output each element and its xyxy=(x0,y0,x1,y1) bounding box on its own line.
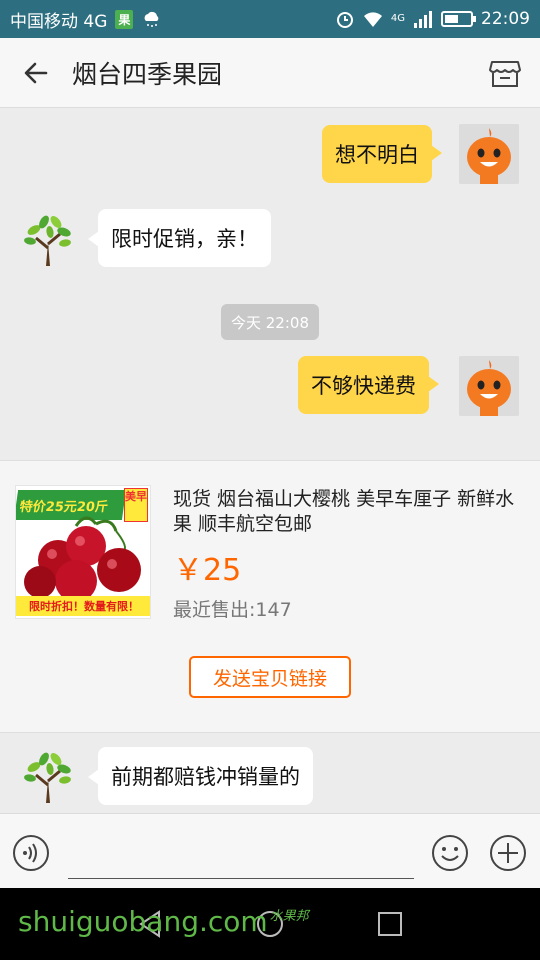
plus-icon[interactable] xyxy=(489,834,527,872)
nav-recents-icon[interactable] xyxy=(372,906,408,942)
my-avatar[interactable] xyxy=(459,356,519,416)
voice-icon[interactable] xyxy=(12,834,50,872)
shop-avatar[interactable] xyxy=(18,745,78,805)
alarm-icon xyxy=(336,12,353,28)
status-left: 中国移动 4G 果 xyxy=(10,7,161,32)
mascot-avatar-icon xyxy=(459,124,519,184)
tree-logo-icon xyxy=(24,215,71,266)
battery-icon xyxy=(441,11,476,27)
chat-area[interactable]: 想不明白 限时促销，亲！ 今天 22:08 不够快递费 特价25元20斤 美早 … xyxy=(0,108,540,813)
network-type-label: 4G xyxy=(390,13,405,24)
wifi-icon xyxy=(363,12,382,27)
tree-logo-icon xyxy=(24,752,71,803)
product-image-footer: 限时折扣！数量有限！ xyxy=(16,596,150,616)
status-right: 4G 22:09 xyxy=(335,9,530,29)
product-title[interactable]: 现货 烟台福山大樱桃 美早车厘子 新鲜水果 顺丰航空包邮 xyxy=(173,487,525,537)
message-bubble-mine[interactable]: 不够快递费 xyxy=(298,356,439,414)
product-sold-count: 最近售出:147 xyxy=(173,599,292,621)
message-bubble-mine[interactable]: 想不明白 xyxy=(322,125,442,183)
clock: 22:09 xyxy=(481,9,530,29)
my-avatar[interactable] xyxy=(459,124,519,184)
emoji-icon[interactable] xyxy=(431,834,469,872)
watermark-cn: 水果邦 xyxy=(269,909,309,924)
signal-icon xyxy=(414,11,432,28)
product-card[interactable]: 特价25元20斤 美早 限时折扣！数量有限！ 现货 烟台福山大樱桃 美早车厘子 … xyxy=(0,460,540,733)
send-product-link-button[interactable]: 发送宝贝链接 xyxy=(189,656,351,698)
app-badge: 果 xyxy=(115,9,134,29)
chat-header: 烟台四季果园 xyxy=(0,38,540,108)
page-title: 烟台四季果园 xyxy=(72,59,223,89)
back-button[interactable] xyxy=(0,38,72,108)
message-bubble-shop[interactable]: 前期都赔钱冲销量的 xyxy=(88,747,313,805)
message-input[interactable] xyxy=(68,878,414,879)
message-bubble-shop[interactable]: 限时促销，亲！ xyxy=(88,209,271,267)
input-bar xyxy=(0,813,540,888)
shop-avatar[interactable] xyxy=(18,208,78,268)
product-price: ￥25 xyxy=(173,553,242,588)
watermark: shuiguobang.com 水果邦 xyxy=(18,905,309,938)
status-bar: 中国移动 4G 果 4G 22:09 xyxy=(0,0,540,38)
mascot-avatar-icon xyxy=(459,356,519,416)
product-image[interactable]: 特价25元20斤 美早 限时折扣！数量有限！ xyxy=(15,485,151,619)
back-arrow-icon xyxy=(24,62,48,83)
carrier-label: 中国移动 4G xyxy=(10,11,108,32)
store-icon[interactable] xyxy=(488,56,522,90)
message-timestamp: 今天 22:08 xyxy=(221,304,319,340)
weather-icon xyxy=(145,11,159,27)
